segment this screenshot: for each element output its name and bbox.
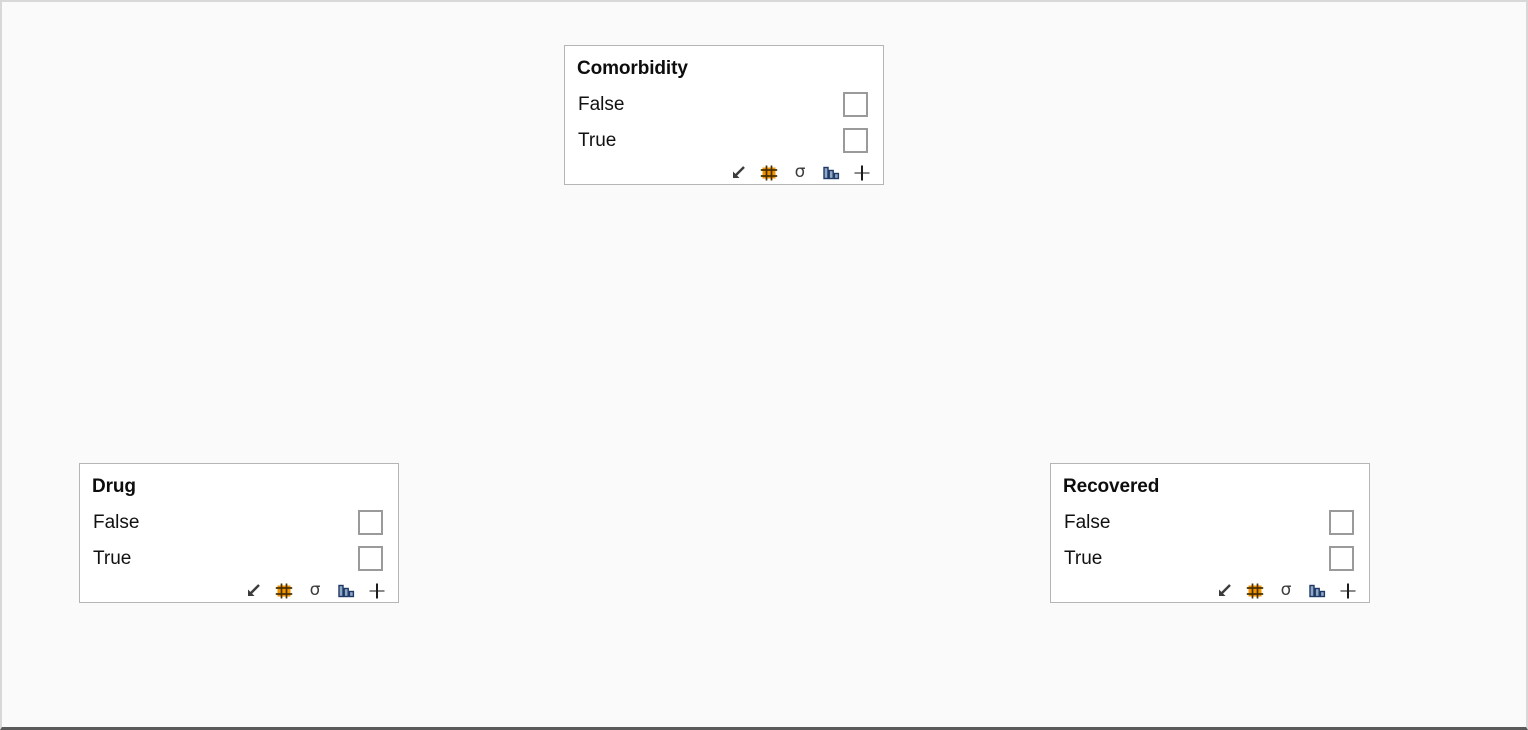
bar-chart-icon[interactable]	[1308, 582, 1326, 600]
filter-checkbox[interactable]	[1329, 545, 1354, 571]
panel-rows: False True	[565, 78, 883, 158]
panel-title: Recovered	[1063, 476, 1160, 497]
grid-orange-icon[interactable]	[275, 582, 293, 600]
filter-panel-drug[interactable]: Drug False True σ	[79, 463, 399, 603]
panel-title: Comorbidity	[577, 58, 688, 79]
add-plus-icon[interactable]	[368, 582, 386, 600]
filter-row[interactable]: True	[565, 122, 883, 158]
panel-title: Drug	[92, 476, 136, 497]
add-plus-icon[interactable]	[853, 164, 871, 182]
panel-rows: False True	[80, 496, 398, 576]
bar-chart-icon[interactable]	[337, 582, 355, 600]
resize-arrow-icon[interactable]	[1215, 582, 1233, 600]
filter-checkbox[interactable]	[1329, 509, 1354, 535]
grid-orange-icon[interactable]	[1246, 582, 1264, 600]
workspace-canvas: Comorbidity False True σ Drug False True σ Recov…	[0, 0, 1528, 730]
add-plus-icon[interactable]	[1339, 582, 1357, 600]
filter-row[interactable]: True	[80, 540, 398, 576]
panel-toolbar: σ	[565, 158, 883, 192]
sigma-glyph: σ	[1280, 579, 1292, 600]
filter-panel-recovered[interactable]: Recovered False True σ	[1050, 463, 1370, 603]
filter-row[interactable]: False	[565, 86, 883, 122]
sigma-icon[interactable]: σ	[791, 161, 809, 182]
sigma-glyph: σ	[309, 579, 321, 600]
filter-row-label: False	[93, 511, 140, 533]
sigma-icon[interactable]: σ	[306, 579, 324, 600]
filter-checkbox[interactable]	[358, 509, 383, 535]
filter-checkbox[interactable]	[843, 127, 868, 153]
resize-arrow-icon[interactable]	[729, 164, 747, 182]
bar-chart-icon[interactable]	[822, 164, 840, 182]
panel-toolbar: σ	[80, 576, 398, 610]
grid-orange-icon[interactable]	[760, 164, 778, 182]
filter-row-label: True	[578, 129, 617, 151]
resize-arrow-icon[interactable]	[244, 582, 262, 600]
filter-row[interactable]: False	[1051, 504, 1369, 540]
panel-toolbar: σ	[1051, 576, 1369, 610]
filter-checkbox[interactable]	[358, 545, 383, 571]
sigma-icon[interactable]: σ	[1277, 579, 1295, 600]
sigma-glyph: σ	[794, 161, 806, 182]
filter-checkbox[interactable]	[843, 91, 868, 117]
panel-rows: False True	[1051, 496, 1369, 576]
filter-panel-comorbidity[interactable]: Comorbidity False True σ	[564, 45, 884, 185]
filter-row[interactable]: True	[1051, 540, 1369, 576]
filter-row-label: False	[578, 93, 625, 115]
filter-row-label: True	[93, 547, 132, 569]
filter-row-label: True	[1064, 547, 1103, 569]
filter-row[interactable]: False	[80, 504, 398, 540]
filter-row-label: False	[1064, 511, 1111, 533]
